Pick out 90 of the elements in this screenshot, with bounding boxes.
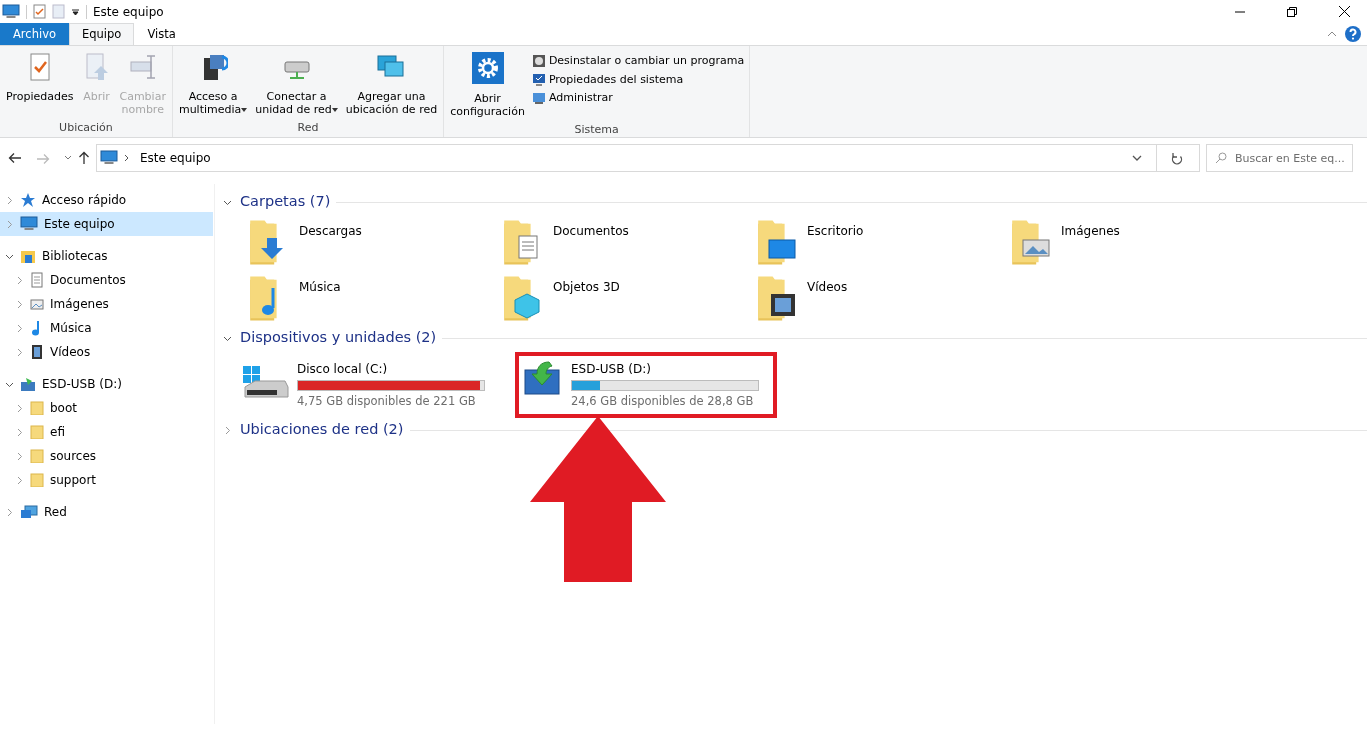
ribbon-group-label: Ubicación [58,120,114,136]
back-arrow-icon [8,152,22,164]
folder-icon [30,425,44,439]
expand-chevron-icon [5,507,14,517]
disc-box-icon [531,54,546,69]
drive-install-icon [523,360,563,396]
tree-item[interactable]: boot [0,396,213,420]
library-folder-icon [20,248,36,264]
computer-icon [20,216,38,232]
tree-item[interactable]: ESD-USB (D:) [0,372,213,396]
ribbon-button[interactable]: Propiedades del sistema [529,70,747,89]
section-header[interactable]: Dispositivos y unidades (2) [223,327,437,349]
tree-item[interactable]: Bibliotecas [0,244,213,268]
ribbon-group-label: Red [296,120,320,136]
tree-item[interactable]: Vídeos [0,340,213,364]
ribbon-button[interactable]: Acceso a multimedia [175,48,251,120]
section-header[interactable]: Carpetas (7) [223,191,331,213]
folder-item[interactable]: Vídeos [745,270,999,326]
folder-item[interactable]: Escritorio [745,214,999,270]
dropdown-caret-icon [331,108,338,112]
ribbon-button[interactable]: Desinstalar o cambiar un programa [529,52,747,71]
forward-arrow-icon [36,152,50,165]
ribbon-button[interactable]: Administrar [529,89,747,108]
ribbon-button[interactable]: Abrir configuración [447,48,528,122]
window-title: Este equipo [93,3,164,21]
computer-icon [2,3,20,20]
folder-icon [30,401,44,415]
folder-item[interactable]: Música [237,270,491,326]
folder-item[interactable]: Documentos [491,214,745,270]
ribbon-tab[interactable]: Equipo [69,23,135,45]
picture-icon [30,297,44,311]
tree-item[interactable]: Música [0,316,213,340]
section-header[interactable]: Ubicaciones de red (2) [223,419,404,441]
computer-management-icon [531,91,546,106]
ribbon-group-label: Sistema [573,122,620,138]
folder-item[interactable]: Objetos 3D [491,270,745,326]
help-icon [1345,26,1361,42]
breadcrumb-chevron-icon [124,154,130,162]
monitor-check-icon [531,72,546,87]
recent-locations-icon [64,155,72,161]
ribbon-button[interactable]: Conectar a unidad de red [252,48,341,120]
address-bar[interactable]: Este equipo [96,144,1200,172]
refresh-icon [1171,151,1183,165]
star-icon [20,192,36,208]
tree-item[interactable]: efi [0,420,213,444]
network-icon [20,504,38,520]
ribbon-tab[interactable]: Vista [134,23,189,45]
expand-chevron-icon [15,275,24,285]
tree-item[interactable]: Documentos [0,268,213,292]
ribbon-tab[interactable]: Archivo [0,23,69,45]
search-field[interactable]: Buscar en Este eq... [1206,144,1353,172]
restore-icon [1287,6,1297,17]
dropdown-caret-icon [241,108,248,112]
expand-chevron-icon [15,427,24,437]
expand-chevron-icon [5,219,14,229]
rename-icon [127,52,158,82]
ribbon-button[interactable]: Agregar una ubicación de red [342,48,441,120]
computer-icon [100,150,118,166]
expand-chevron-icon [15,347,24,357]
drive-item[interactable]: ESD-USB (D:) 24,6 GB disponibles de 28,8 GB [515,352,777,418]
drive-item[interactable]: Disco local (C:) 4,75 GB disponibles de 221 GB [233,352,495,418]
expand-chevron-icon [15,451,24,461]
ribbon-button[interactable]: Propiedades [3,48,77,120]
up-arrow-icon [78,151,90,165]
settings-icon [471,52,504,84]
tree-item[interactable]: Este equipo [0,212,213,236]
checkmark-doc-icon [33,4,46,19]
folder-item[interactable]: Descargas [237,214,491,270]
dropdown-caret-icon [71,7,80,16]
dropdown-chevron-icon [1132,154,1142,162]
expand-chevron-icon [5,195,14,205]
blank-doc-icon [52,4,65,19]
expand-chevron-icon [223,425,232,435]
collapse-ribbon-icon [1327,30,1337,38]
tree-item[interactable]: Imágenes [0,292,213,316]
tree-item[interactable]: Acceso rápido [0,188,213,212]
expand-chevron-icon [15,299,24,309]
folder-item[interactable]: Imágenes [999,214,1253,270]
expand-chevron-icon [15,403,24,413]
tree-item[interactable]: Red [0,500,213,524]
folder-icon [30,473,44,487]
drive-icon [20,376,36,392]
film-icon [30,344,44,360]
close-icon [1338,6,1350,17]
tree-item[interactable]: sources [0,444,213,468]
folder-icon [30,449,44,463]
document-icon [30,272,44,288]
tree-item[interactable]: support [0,468,213,492]
expand-chevron-icon [15,323,24,333]
expand-chevron-icon [15,475,24,485]
